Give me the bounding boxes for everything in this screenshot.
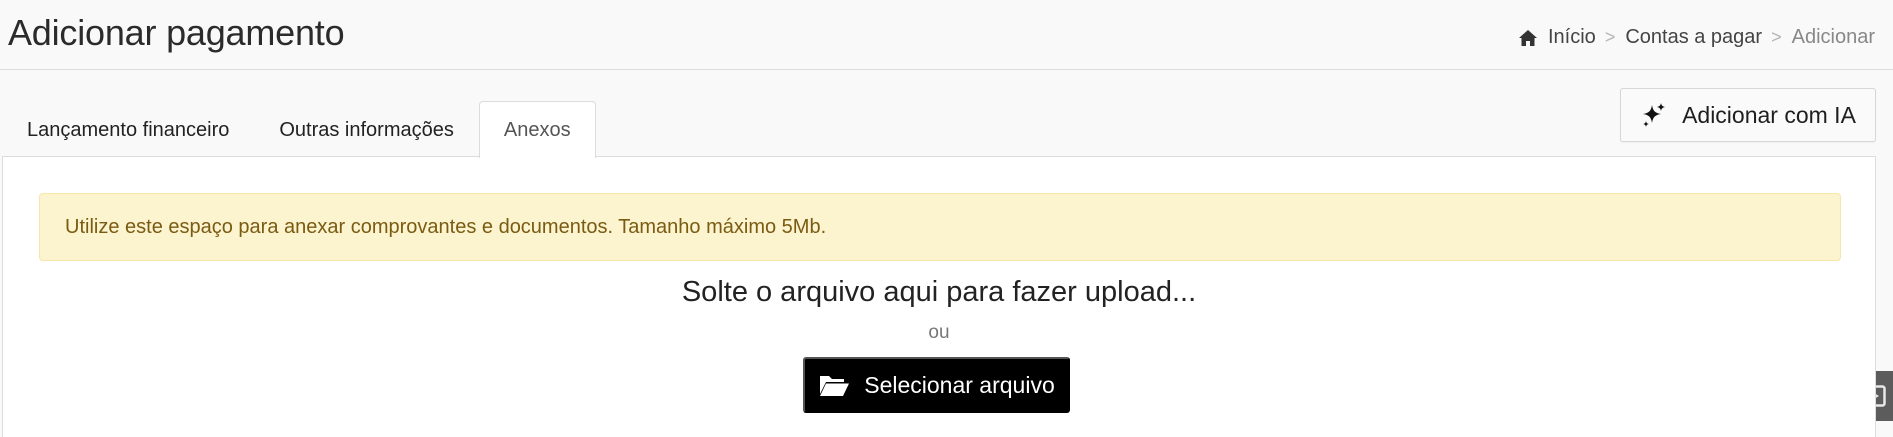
breadcrumb-home[interactable]: Início xyxy=(1518,26,1596,49)
breadcrumb-separator: > xyxy=(1604,27,1616,47)
breadcrumb-home-label: Início xyxy=(1548,26,1596,48)
dropzone-text[interactable]: Solte o arquivo aqui para fazer upload..… xyxy=(3,276,1875,309)
or-separator-text: ou xyxy=(928,322,950,343)
tab-lancamento-financeiro[interactable]: Lançamento financeiro xyxy=(2,102,254,158)
breadcrumb-contas-a-pagar[interactable]: Contas a pagar xyxy=(1625,26,1762,49)
upload-info-alert: Utilize este espaço para anexar comprova… xyxy=(39,193,1841,261)
tab-anexos[interactable]: Anexos xyxy=(478,101,596,158)
breadcrumb: Início > Contas a pagar > Adicionar xyxy=(1518,26,1875,49)
tab-bar: Lançamento financeiro Outras informações… xyxy=(2,100,596,158)
add-with-ai-label: Adicionar com IA xyxy=(1682,101,1856,128)
content-area: Lançamento financeiro Outras informações… xyxy=(0,70,1893,437)
attachments-panel: Utilize este espaço para anexar comprova… xyxy=(2,156,1876,437)
folder-open-icon xyxy=(818,372,850,398)
page-title: Adicionar pagamento xyxy=(8,12,345,53)
tab-outras-informacoes[interactable]: Outras informações xyxy=(254,102,479,158)
breadcrumb-separator: > xyxy=(1771,27,1782,47)
breadcrumb-current: Adicionar xyxy=(1791,26,1875,48)
sparkle-icon xyxy=(1640,101,1668,129)
add-with-ai-button[interactable]: Adicionar com IA xyxy=(1620,88,1876,142)
select-file-button[interactable]: Selecionar arquivo xyxy=(803,357,1070,413)
home-icon xyxy=(1518,29,1538,47)
page-header: Adicionar pagamento Início > Contas a pa… xyxy=(0,0,1893,70)
select-file-label: Selecionar arquivo xyxy=(864,371,1055,398)
